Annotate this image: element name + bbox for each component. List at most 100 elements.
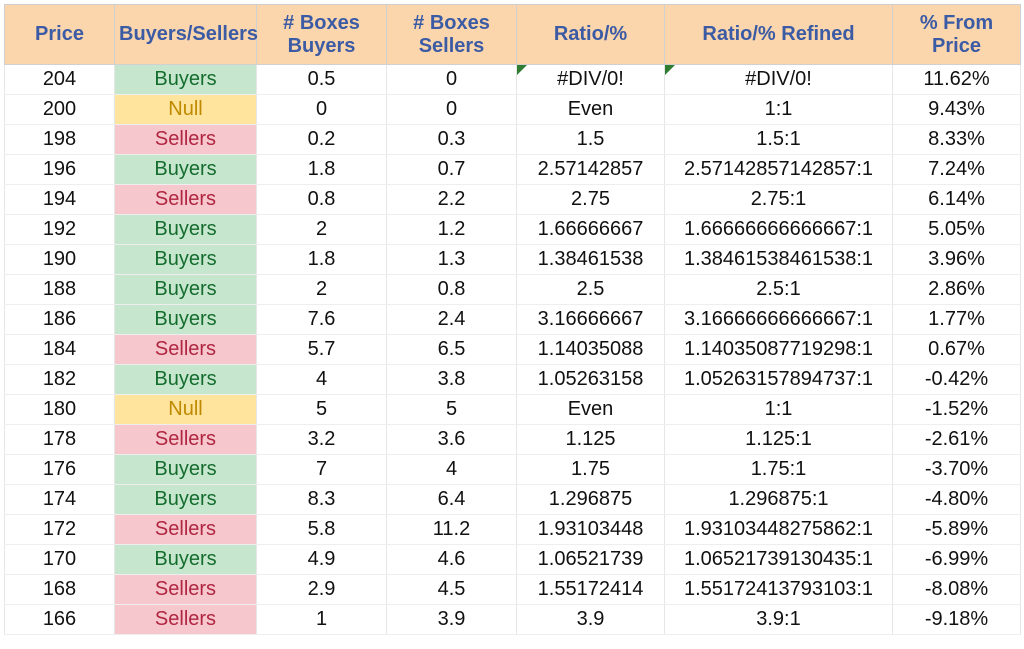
header-sb[interactable]: # Boxes Sellers (387, 5, 517, 65)
cell-bs[interactable]: Sellers (115, 515, 257, 545)
cell-bs[interactable]: Buyers (115, 65, 257, 95)
cell-bs[interactable]: Sellers (115, 185, 257, 215)
cell-ratio[interactable]: 2.75 (517, 185, 665, 215)
cell-price[interactable]: 168 (5, 575, 115, 605)
cell-refined[interactable]: 1.14035087719298:1 (665, 335, 893, 365)
cell-sb[interactable]: 4.5 (387, 575, 517, 605)
cell-pfp[interactable]: -0.42% (893, 365, 1021, 395)
cell-price[interactable]: 184 (5, 335, 115, 365)
cell-bb[interactable]: 7.6 (257, 305, 387, 335)
cell-pfp[interactable]: 6.14% (893, 185, 1021, 215)
cell-price[interactable]: 188 (5, 275, 115, 305)
cell-bb[interactable]: 2 (257, 275, 387, 305)
cell-bb[interactable]: 7 (257, 455, 387, 485)
cell-ratio[interactable]: Even (517, 95, 665, 125)
cell-price[interactable]: 176 (5, 455, 115, 485)
header-refined[interactable]: Ratio/% Refined (665, 5, 893, 65)
cell-bb[interactable]: 0 (257, 95, 387, 125)
cell-ratio[interactable]: 1.296875 (517, 485, 665, 515)
cell-price[interactable]: 174 (5, 485, 115, 515)
cell-price[interactable]: 198 (5, 125, 115, 155)
cell-sb[interactable]: 3.6 (387, 425, 517, 455)
cell-pfp[interactable]: -6.99% (893, 545, 1021, 575)
cell-sb[interactable]: 4.6 (387, 545, 517, 575)
cell-ratio[interactable]: 1.55172414 (517, 575, 665, 605)
cell-bs[interactable]: Buyers (115, 275, 257, 305)
cell-bb[interactable]: 1 (257, 605, 387, 635)
cell-pfp[interactable]: 11.62% (893, 65, 1021, 95)
cell-pfp[interactable]: 7.24% (893, 155, 1021, 185)
cell-refined[interactable]: 2.75:1 (665, 185, 893, 215)
cell-price[interactable]: 192 (5, 215, 115, 245)
cell-pfp[interactable]: -3.70% (893, 455, 1021, 485)
cell-ratio[interactable]: 1.06521739 (517, 545, 665, 575)
cell-bb[interactable]: 5 (257, 395, 387, 425)
cell-bs[interactable]: Buyers (115, 215, 257, 245)
cell-refined[interactable]: 1.05263157894737:1 (665, 365, 893, 395)
cell-pfp[interactable]: -4.80% (893, 485, 1021, 515)
cell-ratio[interactable]: 1.125 (517, 425, 665, 455)
cell-ratio[interactable]: 2.5 (517, 275, 665, 305)
cell-pfp[interactable]: 9.43% (893, 95, 1021, 125)
cell-bs[interactable]: Buyers (115, 485, 257, 515)
cell-refined[interactable]: 2.5:1 (665, 275, 893, 305)
cell-refined[interactable]: 1:1 (665, 395, 893, 425)
cell-sb[interactable]: 6.4 (387, 485, 517, 515)
cell-pfp[interactable]: -1.52% (893, 395, 1021, 425)
header-bs[interactable]: Buyers/Sellers (115, 5, 257, 65)
header-price[interactable]: Price (5, 5, 115, 65)
cell-price[interactable]: 178 (5, 425, 115, 455)
cell-bb[interactable]: 5.8 (257, 515, 387, 545)
cell-ratio[interactable]: 1.93103448 (517, 515, 665, 545)
cell-price[interactable]: 182 (5, 365, 115, 395)
cell-bb[interactable]: 2 (257, 215, 387, 245)
cell-pfp[interactable]: -9.18% (893, 605, 1021, 635)
cell-sb[interactable]: 2.4 (387, 305, 517, 335)
cell-sb[interactable]: 0 (387, 95, 517, 125)
cell-sb[interactable]: 0.8 (387, 275, 517, 305)
cell-price[interactable]: 186 (5, 305, 115, 335)
cell-ratio[interactable]: 1.75 (517, 455, 665, 485)
cell-price[interactable]: 190 (5, 245, 115, 275)
cell-ratio[interactable]: 3.16666667 (517, 305, 665, 335)
cell-pfp[interactable]: 1.77% (893, 305, 1021, 335)
cell-bs[interactable]: Null (115, 95, 257, 125)
cell-pfp[interactable]: 8.33% (893, 125, 1021, 155)
cell-sb[interactable]: 4 (387, 455, 517, 485)
cell-refined[interactable]: 1.75:1 (665, 455, 893, 485)
cell-bb[interactable]: 1.8 (257, 155, 387, 185)
cell-sb[interactable]: 2.2 (387, 185, 517, 215)
cell-ratio[interactable]: 1.66666667 (517, 215, 665, 245)
cell-refined[interactable]: 3.9:1 (665, 605, 893, 635)
cell-pfp[interactable]: 5.05% (893, 215, 1021, 245)
cell-price[interactable]: 196 (5, 155, 115, 185)
cell-bs[interactable]: Sellers (115, 575, 257, 605)
cell-refined[interactable]: 1:1 (665, 95, 893, 125)
cell-pfp[interactable]: -8.08% (893, 575, 1021, 605)
cell-bs[interactable]: Buyers (115, 245, 257, 275)
cell-sb[interactable]: 1.3 (387, 245, 517, 275)
cell-bb[interactable]: 1.8 (257, 245, 387, 275)
cell-sb[interactable]: 0.7 (387, 155, 517, 185)
cell-sb[interactable]: 1.2 (387, 215, 517, 245)
cell-pfp[interactable]: -2.61% (893, 425, 1021, 455)
cell-ratio[interactable]: 1.38461538 (517, 245, 665, 275)
cell-sb[interactable]: 11.2 (387, 515, 517, 545)
header-pfp[interactable]: % From Price (893, 5, 1021, 65)
cell-bs[interactable]: Sellers (115, 335, 257, 365)
cell-bs[interactable]: Sellers (115, 605, 257, 635)
cell-sb[interactable]: 5 (387, 395, 517, 425)
cell-sb[interactable]: 6.5 (387, 335, 517, 365)
cell-price[interactable]: 170 (5, 545, 115, 575)
cell-refined[interactable]: 1.296875:1 (665, 485, 893, 515)
cell-refined[interactable]: 1.55172413793103:1 (665, 575, 893, 605)
cell-bb[interactable]: 4 (257, 365, 387, 395)
cell-bs[interactable]: Sellers (115, 425, 257, 455)
cell-bb[interactable]: 0.8 (257, 185, 387, 215)
cell-bb[interactable]: 8.3 (257, 485, 387, 515)
header-bb[interactable]: # Boxes Buyers (257, 5, 387, 65)
cell-refined[interactable]: 3.16666666666667:1 (665, 305, 893, 335)
cell-ratio[interactable]: 1.05263158 (517, 365, 665, 395)
cell-sb[interactable]: 0 (387, 65, 517, 95)
cell-pfp[interactable]: 2.86% (893, 275, 1021, 305)
